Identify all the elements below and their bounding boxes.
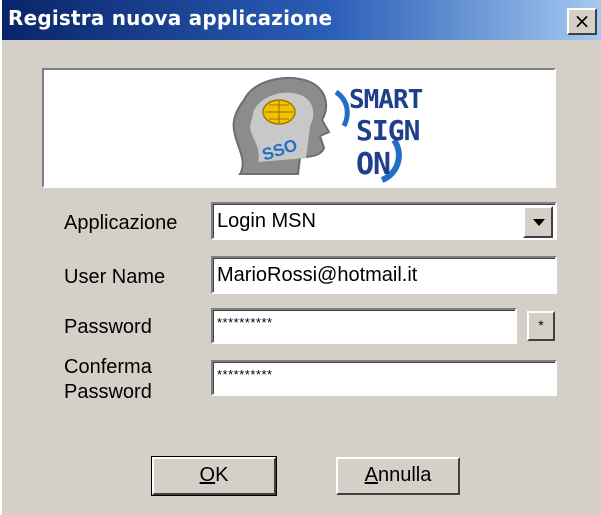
application-combo[interactable]: Login MSN bbox=[211, 202, 557, 240]
cancel-rest: nnulla bbox=[377, 464, 432, 486]
confirm-label-line1: Conferma bbox=[64, 356, 152, 378]
smart-sign-on-logo: SSO SMART SIGN ON bbox=[232, 77, 424, 183]
cancel-mnemonic: A bbox=[364, 464, 378, 486]
ok-rest: K bbox=[215, 464, 229, 486]
logo-word-smart: SMART bbox=[349, 85, 423, 115]
cancel-button[interactable]: Annulla bbox=[336, 457, 460, 495]
smartcard-chip-icon bbox=[262, 99, 296, 125]
ok-mnemonic: O bbox=[199, 464, 216, 486]
chevron-down-icon[interactable] bbox=[523, 206, 553, 238]
application-value: Login MSN bbox=[217, 210, 316, 232]
ok-button[interactable]: OK bbox=[151, 456, 277, 496]
application-label: Applicazione bbox=[64, 212, 178, 234]
confirm-password-input[interactable]: ********** bbox=[211, 360, 557, 396]
username-label: User Name bbox=[64, 266, 166, 288]
password-input[interactable]: ********** bbox=[211, 308, 517, 344]
dialog-window: Registra nuova applicazione × SSO SMART … bbox=[0, 0, 601, 515]
show-password-button[interactable]: * bbox=[527, 311, 555, 341]
logo-panel: SSO SMART SIGN ON bbox=[42, 68, 556, 188]
confirm-label-line2: Password bbox=[64, 381, 152, 403]
window-title: Registra nuova applicazione bbox=[8, 6, 333, 30]
logo-word-on: ON bbox=[356, 147, 390, 182]
close-button[interactable]: × bbox=[567, 8, 597, 35]
username-input[interactable]: MarioRossi@hotmail.it bbox=[211, 256, 557, 294]
password-label: Password bbox=[64, 316, 152, 338]
logo-word-sign: SIGN bbox=[356, 114, 420, 147]
title-bar[interactable]: Registra nuova applicazione × bbox=[2, 0, 601, 40]
